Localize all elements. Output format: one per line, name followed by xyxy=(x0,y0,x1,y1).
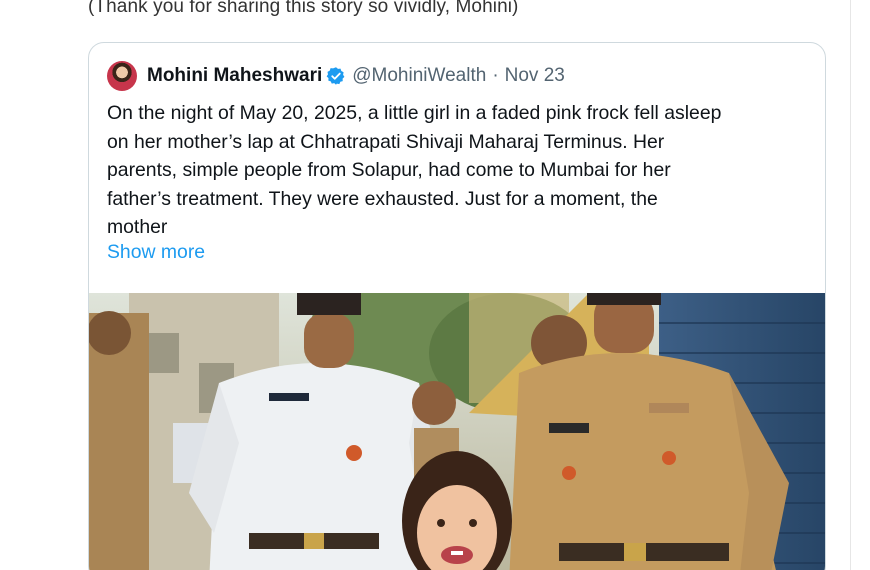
tweet-photo[interactable] xyxy=(89,293,825,570)
timeline-divider xyxy=(850,0,851,570)
quoted-tweet-card[interactable]: Mohini Maheshwari @MohiniWealth · Nov 23… xyxy=(88,42,826,570)
text-line: On the night of May 20, 2025, a little g… xyxy=(107,102,722,124)
tweet-date[interactable]: Nov 23 xyxy=(505,65,565,87)
text-line: on her mother’s lap at Chhatrapati Shiva… xyxy=(107,130,665,153)
reply-text: (Thank you for sharing this story so viv… xyxy=(88,0,519,17)
verified-badge-icon xyxy=(326,66,346,86)
author-handle[interactable]: @MohiniWealth xyxy=(352,65,486,87)
header-separator: · xyxy=(492,65,499,86)
text-line: father’s treatment. They were exhausted.… xyxy=(107,187,658,210)
text-line: mother xyxy=(107,216,168,238)
quoted-tweet-text: On the night of May 20, 2025, a little g… xyxy=(107,99,817,242)
author-name[interactable]: Mohini Maheshwari xyxy=(147,65,322,87)
text-line: parents, simple people from Solapur, had… xyxy=(107,159,671,181)
show-more-link[interactable]: Show more xyxy=(107,241,205,264)
quoted-tweet-header: Mohini Maheshwari @MohiniWealth · Nov 23 xyxy=(107,59,565,93)
author-avatar[interactable] xyxy=(107,61,137,91)
